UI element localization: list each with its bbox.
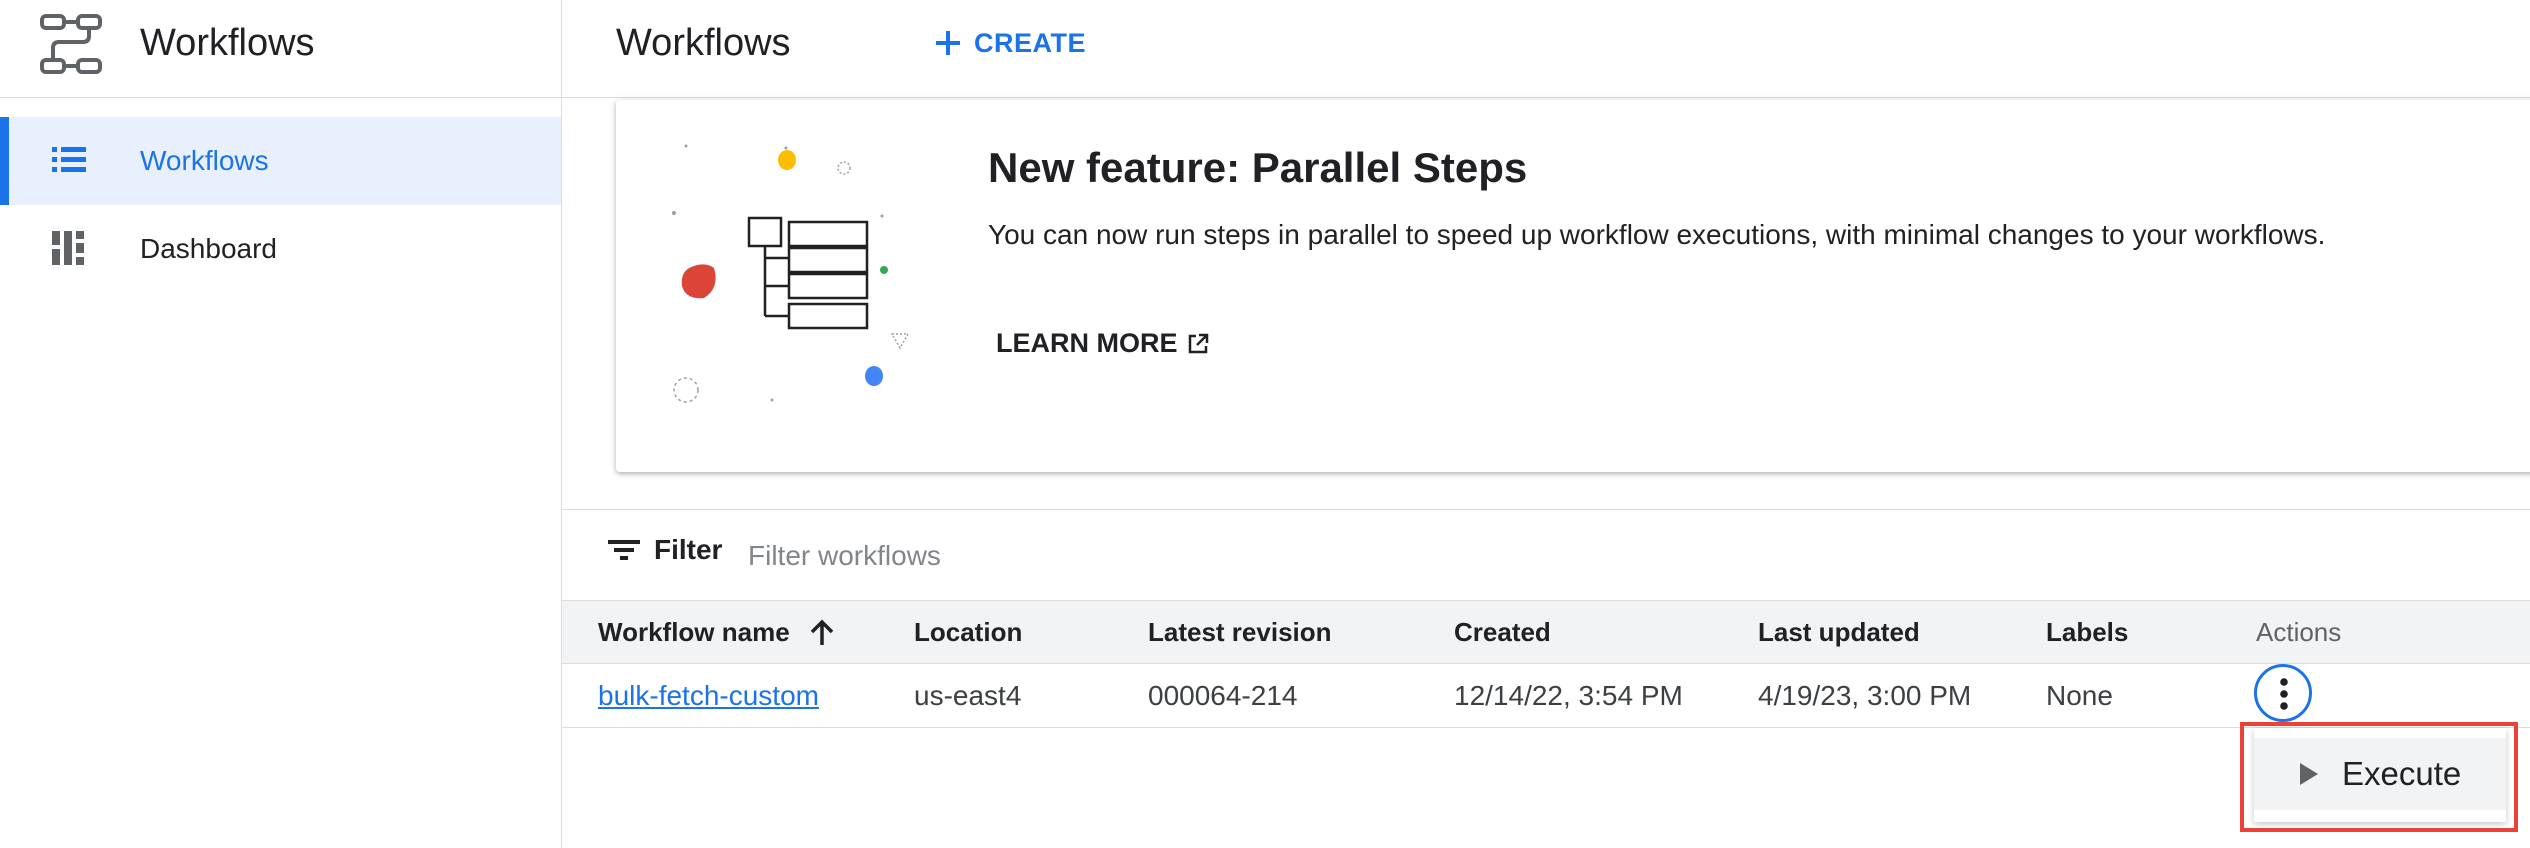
column-header-labels: Labels [2046, 617, 2129, 647]
column-header-last-updated[interactable]: Last updated [1758, 615, 1920, 649]
workflows-logo-icon [40, 14, 102, 74]
list-icon [52, 147, 86, 172]
sidebar-item-label: Dashboard [140, 233, 277, 264]
learn-more-link[interactable]: LEARN MORE [996, 328, 1210, 359]
sort-ascending-icon [810, 619, 834, 645]
table-header: Workflow name Location Latest revision C… [562, 600, 2530, 664]
cell-last-updated: 4/19/23, 3:00 PM [1758, 680, 1972, 711]
column-header-location[interactable]: Location [914, 615, 1022, 649]
banner-description: You can now run steps in parallel to spe… [988, 219, 2326, 250]
workflow-name-link[interactable]: bulk-fetch-custom [598, 679, 819, 713]
plus-icon [936, 31, 960, 55]
top-bar: Workflows CREATE [562, 0, 2530, 98]
cell-location: us-east4 [914, 680, 1022, 711]
page-title: Workflows [616, 22, 791, 64]
more-vert-icon [2280, 678, 2288, 710]
banner-title: New feature: Parallel Steps [988, 144, 1528, 191]
filter-label: Filter [654, 534, 723, 565]
dashboard-icon [52, 231, 84, 265]
filter-bar: Filter [562, 509, 2530, 600]
highlight-box [2240, 722, 2518, 832]
sidebar-item-dashboard[interactable]: Dashboard [0, 205, 561, 293]
filter-input[interactable] [746, 532, 1450, 580]
parallel-steps-illustration [672, 144, 910, 403]
create-button-label: CREATE [974, 27, 1087, 58]
cell-created: 12/14/22, 3:54 PM [1454, 680, 1683, 711]
filter-icon [608, 540, 640, 560]
table-row: bulk-fetch-custom us-east4 000064-214 12… [562, 663, 2530, 728]
column-header-actions: Actions [2256, 617, 2342, 647]
sidebar-item-workflows[interactable]: Workflows [0, 117, 561, 205]
feature-banner: New feature: Parallel Steps You can now … [616, 100, 2530, 472]
sidebar: Workflows Workflows Dashboard [0, 0, 562, 848]
filter-button[interactable]: Filter [608, 534, 722, 566]
row-actions-button[interactable] [2254, 664, 2312, 722]
learn-more-label: LEARN MORE [996, 328, 1178, 358]
external-link-icon [1188, 333, 1208, 353]
column-header-workflow-name[interactable]: Workflow name [598, 615, 835, 649]
cell-latest-revision: 000064-214 [1148, 680, 1298, 711]
sidebar-header: Workflows [0, 0, 561, 98]
sidebar-item-label: Workflows [140, 145, 269, 176]
cell-labels: None [2046, 680, 2113, 711]
create-button[interactable]: CREATE [934, 20, 1086, 66]
column-header-created[interactable]: Created [1454, 615, 1551, 649]
product-title: Workflows [140, 22, 315, 64]
column-header-latest-revision[interactable]: Latest revision [1148, 615, 1332, 649]
